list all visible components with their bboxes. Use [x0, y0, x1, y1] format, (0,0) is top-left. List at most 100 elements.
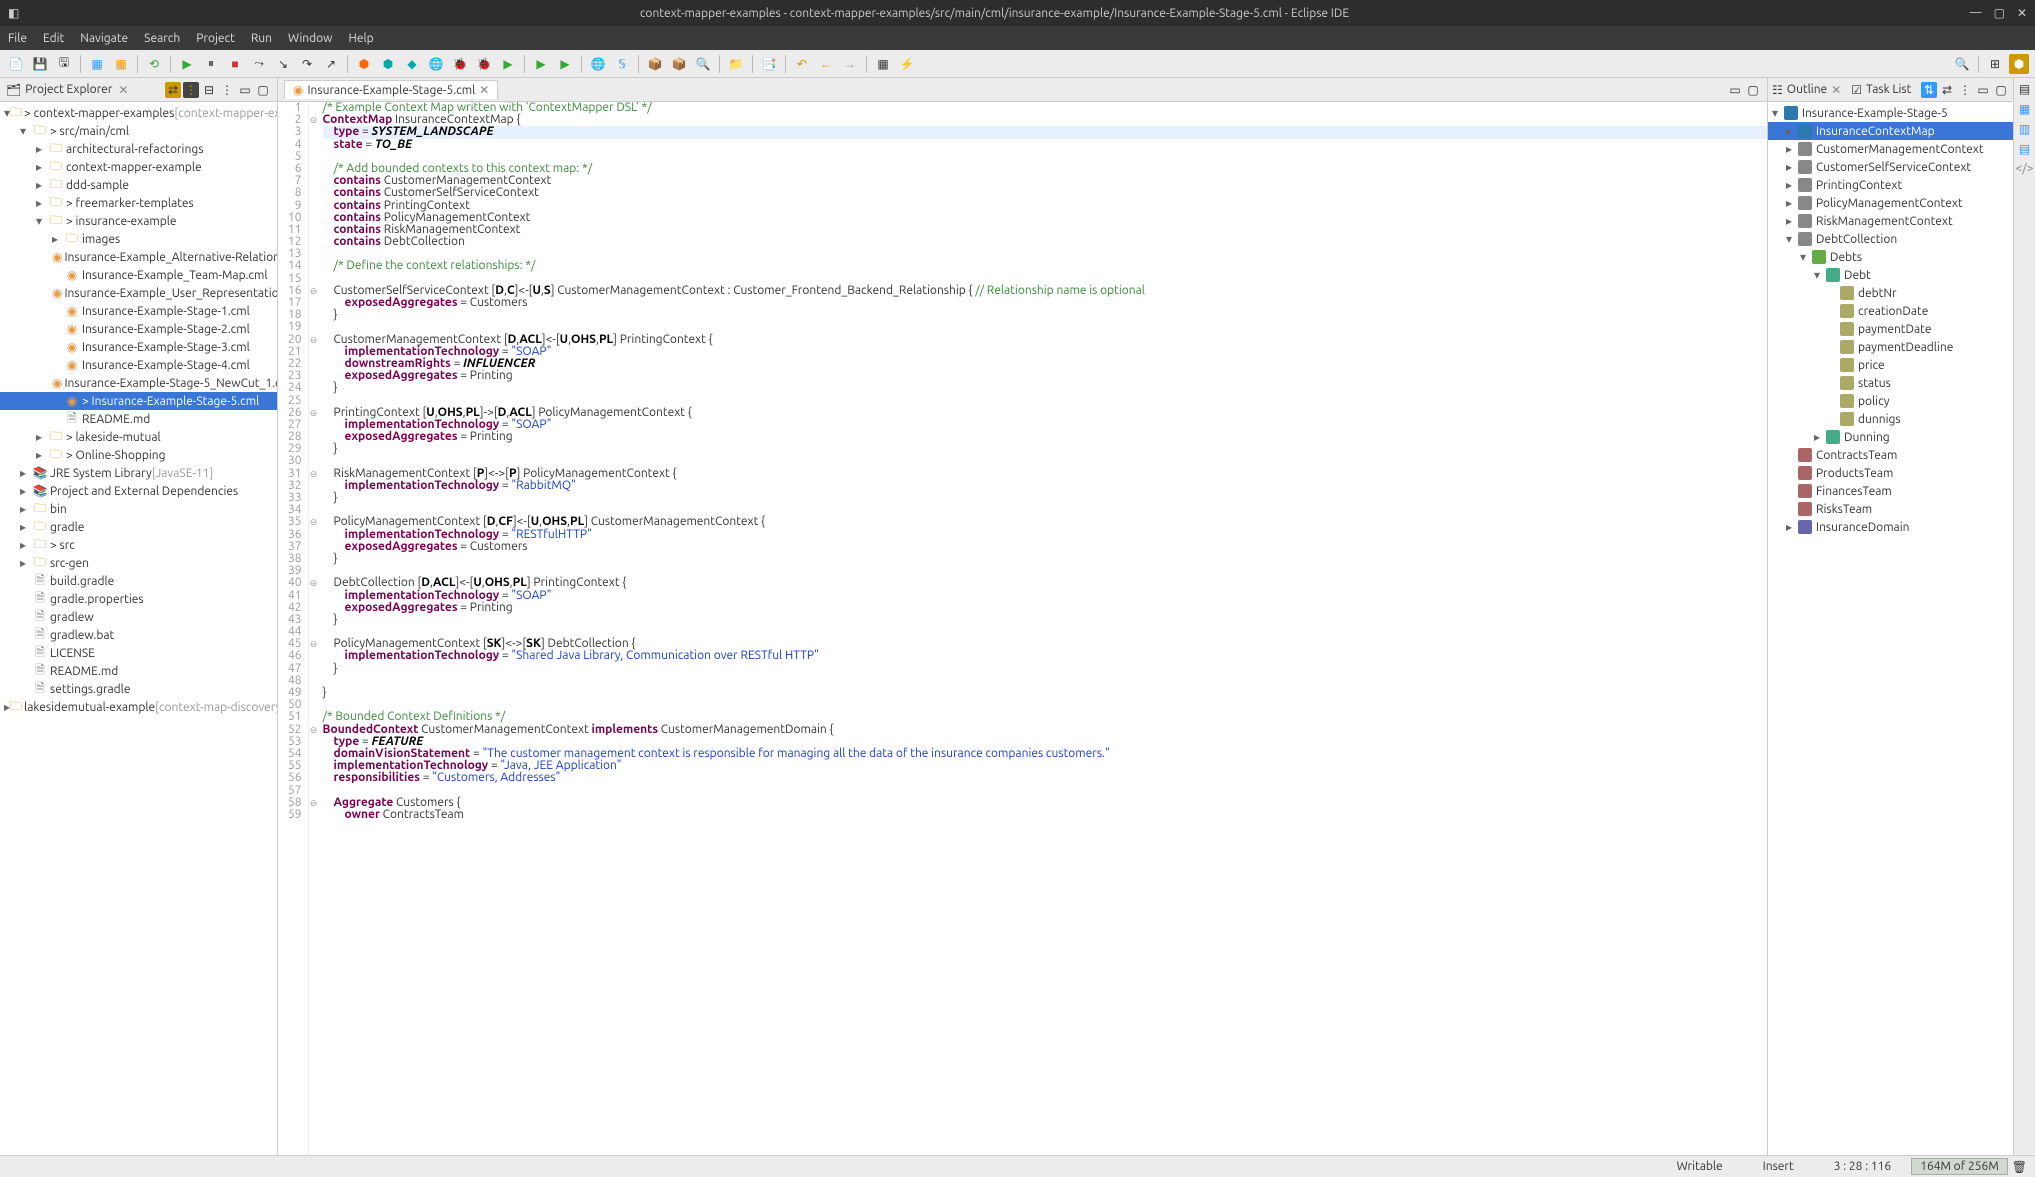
outline-row[interactable]: ▸InsuranceContextMap: [1768, 122, 2013, 140]
tree-row[interactable]: ▸🗀context-mapper-example: [0, 158, 277, 176]
run-ext-icon[interactable]: ▶: [531, 54, 551, 74]
step-over-icon[interactable]: ↷: [297, 54, 317, 74]
code-line[interactable]: exposedAggregates = Printing: [323, 370, 1767, 382]
teal2-icon[interactable]: ⬢: [378, 54, 398, 74]
outline-row[interactable]: status: [1768, 374, 2013, 392]
menu-navigate[interactable]: Navigate: [80, 32, 128, 45]
tree-row[interactable]: ▸🗀> lakeside-mutual: [0, 428, 277, 446]
code-line[interactable]: exposedAggregates = Customers: [323, 297, 1767, 309]
editor-max-icon[interactable]: ▢: [1745, 82, 1761, 98]
tree-row[interactable]: ◉Insurance-Example-Stage-1.cml: [0, 302, 277, 320]
code-line[interactable]: contains PrintingContext: [323, 200, 1767, 212]
code-line[interactable]: }: [323, 663, 1767, 675]
code-line[interactable]: implementationTechnology = "Shared Java …: [323, 650, 1767, 662]
code-line[interactable]: implementationTechnology = "SOAP": [323, 346, 1767, 358]
project-tree[interactable]: ▾🗀> context-mapper-examples [context-map…: [0, 102, 277, 1155]
step-into-icon[interactable]: ↘: [273, 54, 293, 74]
tree-row[interactable]: ▸🗀architectural-refactorings: [0, 140, 277, 158]
outline-row[interactable]: ▾Debts: [1768, 248, 2013, 266]
blue-icon[interactable]: ▦: [87, 54, 107, 74]
tree-row[interactable]: ◉Insurance-Example-Stage-5_NewCut_1.cml: [0, 374, 277, 392]
code-line[interactable]: Aggregate Customers {: [323, 797, 1767, 809]
code-line[interactable]: responsibilities = "Customers, Addresses…: [323, 772, 1767, 784]
tree-row[interactable]: ▸📚JRE System Library [JavaSE-11]: [0, 464, 277, 482]
minimize-button[interactable]: —: [1970, 6, 1982, 20]
sort-icon[interactable]: ⇅: [1921, 82, 1937, 98]
box2-icon[interactable]: 📦: [669, 54, 689, 74]
outline-row[interactable]: ▸Dunning: [1768, 428, 2013, 446]
collapse-icon[interactable]: ⊟: [201, 82, 217, 98]
run-icon[interactable]: ▶: [498, 54, 518, 74]
code-line[interactable]: [323, 248, 1767, 260]
debug-pause-icon[interactable]: ⏸: [201, 54, 221, 74]
code-line[interactable]: type = SYSTEM_LANDSCAPE: [323, 126, 1767, 138]
menu-project[interactable]: Project: [196, 32, 235, 45]
bug2-icon[interactable]: 🐞: [474, 54, 494, 74]
editor-min-icon[interactable]: ▭: [1727, 82, 1743, 98]
tree-row[interactable]: 🗎gradlew.bat: [0, 626, 277, 644]
code-line[interactable]: /* Bounded Context Definitions */: [323, 711, 1767, 723]
link-icon[interactable]: ⇄: [1939, 82, 1955, 98]
editor-tab[interactable]: ◉ Insurance-Example-Stage-5.cml ✕: [284, 80, 498, 99]
quick-access-icon[interactable]: 🔍: [1952, 54, 1972, 74]
code-line[interactable]: implementationTechnology = "RabbitMQ": [323, 480, 1767, 492]
max-icon[interactable]: ▢: [255, 82, 271, 98]
close-outline-icon[interactable]: ✕: [1831, 83, 1841, 97]
code-line[interactable]: [323, 455, 1767, 467]
persp-switch-icon[interactable]: ⊞: [1985, 54, 2005, 74]
teal3-icon[interactable]: ◆: [402, 54, 422, 74]
code-line[interactable]: contains RiskManagementContext: [323, 224, 1767, 236]
code-line[interactable]: exposedAggregates = Customers: [323, 541, 1767, 553]
tree-row[interactable]: ▾🗀> insurance-example: [0, 212, 277, 230]
tree-row[interactable]: ◉Insurance-Example_Alternative-Relations…: [0, 248, 277, 266]
code-line[interactable]: BoundedContext CustomerManagementContext…: [323, 724, 1767, 736]
orange-icon[interactable]: ▦: [111, 54, 131, 74]
code-line[interactable]: exposedAggregates = Printing: [323, 602, 1767, 614]
tree-row[interactable]: ◉Insurance-Example_Team-Map.cml: [0, 266, 277, 284]
code-line[interactable]: state = TO_BE: [323, 139, 1767, 151]
menu-edit[interactable]: Edit: [43, 32, 64, 45]
code-line[interactable]: [323, 675, 1767, 687]
outline-row[interactable]: ▸InsuranceDomain: [1768, 518, 2013, 536]
tree-row[interactable]: ▾🗀> context-mapper-examples [context-map…: [0, 104, 277, 122]
tree-row[interactable]: ◉> Insurance-Example-Stage-5.cml: [0, 392, 277, 410]
tree-row[interactable]: ◉Insurance-Example_User_Representations.…: [0, 284, 277, 302]
outline-row[interactable]: ProductsTeam: [1768, 464, 2013, 482]
script-icon[interactable]: 𝕊: [612, 54, 632, 74]
tree-row[interactable]: ▸🗀> Online-Shopping: [0, 446, 277, 464]
tree-row[interactable]: 🗎settings.gradle: [0, 680, 277, 698]
code-line[interactable]: contains DebtCollection: [323, 236, 1767, 248]
code-line[interactable]: downstreamRights = INFLUENCER: [323, 358, 1767, 370]
back-icon[interactable]: ←: [816, 54, 836, 74]
tree-row[interactable]: ◉Insurance-Example-Stage-2.cml: [0, 320, 277, 338]
tree-row[interactable]: ▸🗀ddd-sample: [0, 176, 277, 194]
code-line[interactable]: }: [323, 382, 1767, 394]
tree-row[interactable]: ▸🗀gradle: [0, 518, 277, 536]
tree-row[interactable]: ▸🗀> src: [0, 536, 277, 554]
code-line[interactable]: contains CustomerSelfServiceContext: [323, 187, 1767, 199]
outline-row[interactable]: ▾Debt: [1768, 266, 2013, 284]
strip-icon-2[interactable]: ▥: [2019, 122, 2030, 136]
refresh-icon[interactable]: ⟲: [144, 54, 164, 74]
outline-tree[interactable]: ▾Insurance-Example-Stage-5▸InsuranceCont…: [1768, 102, 2013, 1155]
teal-icon[interactable]: ⬢: [354, 54, 374, 74]
save-all-icon[interactable]: 🖫: [54, 54, 74, 74]
outline-row[interactable]: ▸CustomerSelfServiceContext: [1768, 158, 2013, 176]
debug-resume-icon[interactable]: ▶: [177, 54, 197, 74]
light-icon[interactable]: ⚡: [897, 54, 917, 74]
code-line[interactable]: }: [323, 553, 1767, 565]
code-line[interactable]: [323, 395, 1767, 407]
code-line[interactable]: [323, 785, 1767, 797]
browser-icon[interactable]: 🌐: [588, 54, 608, 74]
box-icon[interactable]: 📦: [645, 54, 665, 74]
outline-row[interactable]: ▾Insurance-Example-Stage-5: [1768, 104, 2013, 122]
tree-row[interactable]: 🗎gradle.properties: [0, 590, 277, 608]
gc-icon[interactable]: 🗑: [2012, 1160, 2027, 1174]
tree-row[interactable]: ▸🗀> freemarker-templates: [0, 194, 277, 212]
menu-file[interactable]: File: [8, 32, 27, 45]
strip-icon-1[interactable]: ▦: [2019, 102, 2030, 116]
persp-java-icon[interactable]: ⬢: [2009, 54, 2029, 74]
code-line[interactable]: implementationTechnology = "SOAP": [323, 419, 1767, 431]
menu-icon[interactable]: ⋮: [219, 82, 235, 98]
menu-search[interactable]: Search: [144, 32, 180, 45]
